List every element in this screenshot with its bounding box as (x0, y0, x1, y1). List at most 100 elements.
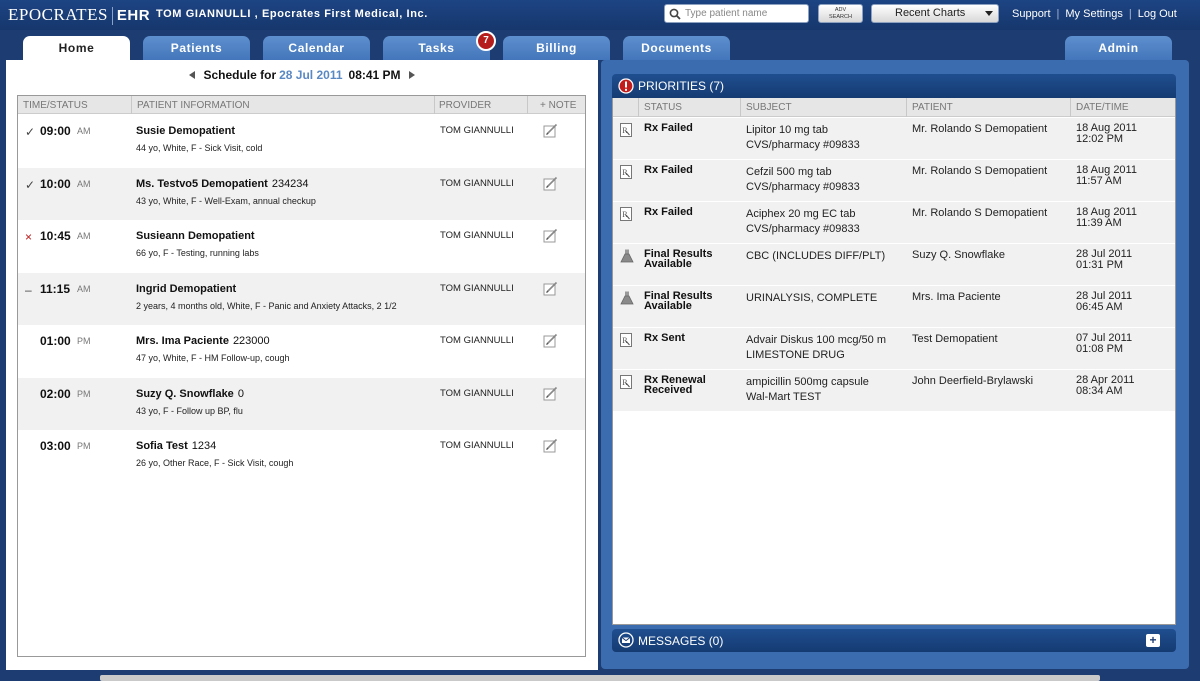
svg-text:R: R (622, 168, 628, 177)
appointment-time: 02:00 (40, 386, 71, 401)
subject-line-2: CVS/pharmacy #09833 (746, 181, 860, 193)
subject-line-1: ampicillin 500mg capsule (746, 376, 869, 388)
add-note-icon[interactable] (543, 281, 559, 296)
patient-name-link[interactable]: Mrs. Ima Paciente 223000 (136, 335, 270, 347)
my-settings-link[interactable]: My Settings (1065, 8, 1122, 20)
priority-datetime: 28 Jul 2011 01:31 PM (1076, 249, 1132, 271)
priority-row[interactable]: R Rx Failed Aciphex 20 mg EC tab CVS/pharma… (613, 202, 1175, 244)
subject-line-1: Advair Diskus 100 mcg/50 m (746, 334, 886, 346)
patient-name: Ingrid Demopatient (136, 282, 237, 295)
priority-patient[interactable]: Mr. Rolando S Demopatient (912, 123, 1064, 135)
schedule-header: Schedule for 28 Jul 2011 08:41 PM (6, 68, 598, 82)
priority-subject: CBC (INCLUDES DIFF/PLT) (746, 249, 901, 264)
priority-time: 01:31 PM (1076, 259, 1124, 271)
priority-patient[interactable]: John Deerfield-Brylawski (912, 375, 1064, 387)
schedule-row[interactable]: ✓ 10:00 AM Ms. Testvo5 Demopatient 234234 43 … (18, 167, 585, 220)
add-note-icon[interactable] (543, 386, 559, 401)
schedule-row[interactable]: × 10:45 AM Susieann Demopatient 66 yo, F - T… (18, 220, 585, 272)
appointment-status-mark: ✓ (25, 177, 36, 192)
svg-text:R: R (622, 210, 628, 219)
patient-name-link[interactable]: Suzy Q. Snowflake 0 (136, 388, 244, 400)
alert-icon (618, 78, 634, 94)
priority-status: Rx Failed (644, 164, 693, 176)
priority-patient[interactable]: Mrs. Ima Paciente (912, 291, 1064, 303)
priority-row[interactable]: R Rx Sent Advair Diskus 100 mcg/50 m LIMEST… (613, 328, 1175, 370)
schedule-panel: Schedule for 28 Jul 2011 08:41 PM TIME/STA… (6, 60, 598, 670)
horizontal-scrollbar[interactable] (100, 675, 1100, 681)
col-time-status: TIME/STATUS (23, 100, 88, 111)
priority-patient[interactable]: Suzy Q. Snowflake (912, 249, 1064, 261)
appointment-details: 26 yo, Other Race, F - Sick Visit, cough (136, 458, 294, 468)
tab-patients[interactable]: Patients (143, 36, 250, 60)
priority-row[interactable]: Final Results Available URINALYSIS, COMPL… (613, 286, 1175, 328)
schedule-row[interactable]: 02:00 PM Suzy Q. Snowflake 0 43 yo, F - Foll… (18, 377, 585, 430)
schedule-row[interactable]: ✓ 09:00 AM Susie Demopatient 44 yo, White, F… (18, 115, 585, 167)
rx-icon: R (620, 165, 632, 184)
appointment-time: 01:00 (40, 334, 71, 348)
patient-id: 1234 (191, 440, 217, 452)
patient-name-link[interactable]: Ms. Testvo5 Demopatient 234234 (136, 178, 309, 190)
add-note-icon[interactable] (543, 176, 559, 191)
messages-header[interactable]: MESSAGES (0) + (612, 629, 1176, 652)
appointment-status-mark: – (25, 282, 32, 297)
col-add-note[interactable]: + NOTE (540, 100, 576, 111)
previous-day-arrow-icon[interactable] (189, 71, 196, 79)
schedule-row[interactable]: –11:15 AM Ingrid Demopatient 2 years, 4 mon… (18, 272, 585, 325)
log-out-link[interactable]: Log Out (1138, 8, 1177, 20)
svg-text:R: R (622, 378, 628, 387)
add-note-icon[interactable] (543, 123, 559, 138)
priority-patient[interactable]: Mr. Rolando S Demopatient (912, 207, 1064, 219)
svg-text:R: R (622, 336, 628, 345)
priorities-header: PRIORITIES (7) (612, 74, 1176, 98)
col-provider: PROVIDER (439, 100, 492, 111)
rx-icon: R (620, 333, 632, 352)
recent-charts-label: Recent Charts (895, 7, 966, 19)
priority-datetime: 18 Aug 2011 12:02 PM (1076, 123, 1137, 145)
tab-documents[interactable]: Documents (623, 36, 730, 60)
patient-name-link[interactable]: Ingrid Demopatient (136, 283, 240, 295)
col-subject: SUBJECT (746, 102, 792, 113)
tab-admin[interactable]: Admin (1065, 36, 1172, 60)
priority-time: 12:02 PM (1076, 133, 1124, 145)
priorities-title: PRIORITIES (7) (638, 79, 725, 93)
tab-tasks[interactable]: Tasks (383, 36, 490, 60)
add-note-icon[interactable] (543, 438, 559, 453)
priority-row[interactable]: Final Results Available CBC (INCLUDES DIF… (613, 244, 1175, 286)
tab-calendar[interactable]: Calendar (263, 36, 370, 60)
add-note-icon[interactable] (543, 228, 559, 243)
appointment-time: 11:15 (40, 281, 71, 296)
next-day-arrow-icon[interactable] (408, 71, 415, 79)
patient-search-box[interactable] (664, 4, 809, 23)
schedule-date[interactable]: 28 Jul 2011 (279, 68, 342, 82)
recent-charts-dropdown[interactable]: Recent Charts (871, 4, 999, 23)
schedule-row[interactable]: 03:00 PM Sofia Test 1234 26 yo, Other Race, … (18, 430, 585, 482)
priority-datetime: 18 Aug 2011 11:39 AM (1076, 207, 1137, 229)
tab-billing[interactable]: Billing (503, 36, 610, 60)
appointment-status-mark: ✓ (25, 125, 36, 139)
epocrates-logo[interactable]: EPOCRATES EHR (8, 5, 150, 26)
add-note-icon[interactable] (543, 333, 559, 348)
priority-status: Rx Failed (644, 122, 693, 134)
priority-time: 11:57 AM (1076, 175, 1122, 187)
tab-home[interactable]: Home (23, 36, 130, 62)
schedule-row[interactable]: 01:00 PM Mrs. Ima Paciente 223000 47 yo, Whi… (18, 325, 585, 377)
priority-subject: Advair Diskus 100 mcg/50 m LIMESTONE DRUG (746, 333, 901, 363)
patient-name-link[interactable]: Susie Demopatient (136, 125, 239, 137)
patient-search-input[interactable] (685, 6, 805, 21)
priority-row[interactable]: R Rx Failed Lipitor 10 mg tab CVS/pharmacy … (613, 118, 1175, 160)
priority-patient[interactable]: Test Demopatient (912, 333, 1064, 345)
appointment-ampm: AM (77, 231, 91, 241)
patient-name-link[interactable]: Susieann Demopatient (136, 230, 259, 242)
patient-id: 223000 (232, 335, 270, 347)
provider-name: TOM GIANNULLI (440, 335, 514, 346)
schedule-column-header: TIME/STATUS PATIENT INFORMATION PROVIDER… (18, 96, 585, 114)
priority-patient[interactable]: Mr. Rolando S Demopatient (912, 165, 1064, 177)
messages-title: MESSAGES (0) (638, 634, 724, 648)
patient-name-link[interactable]: Sofia Test 1234 (136, 440, 216, 452)
priority-row[interactable]: R Rx Renewal Received ampicillin 500mg cap… (613, 370, 1175, 412)
advanced-search-button[interactable]: ADV SEARCH (818, 4, 863, 23)
appointment-ampm: PM (77, 336, 91, 346)
priority-row[interactable]: R Rx Failed Cefzil 500 mg tab CVS/pharmacy … (613, 160, 1175, 202)
support-link[interactable]: Support (1012, 8, 1051, 20)
add-message-button[interactable]: + (1146, 634, 1160, 647)
